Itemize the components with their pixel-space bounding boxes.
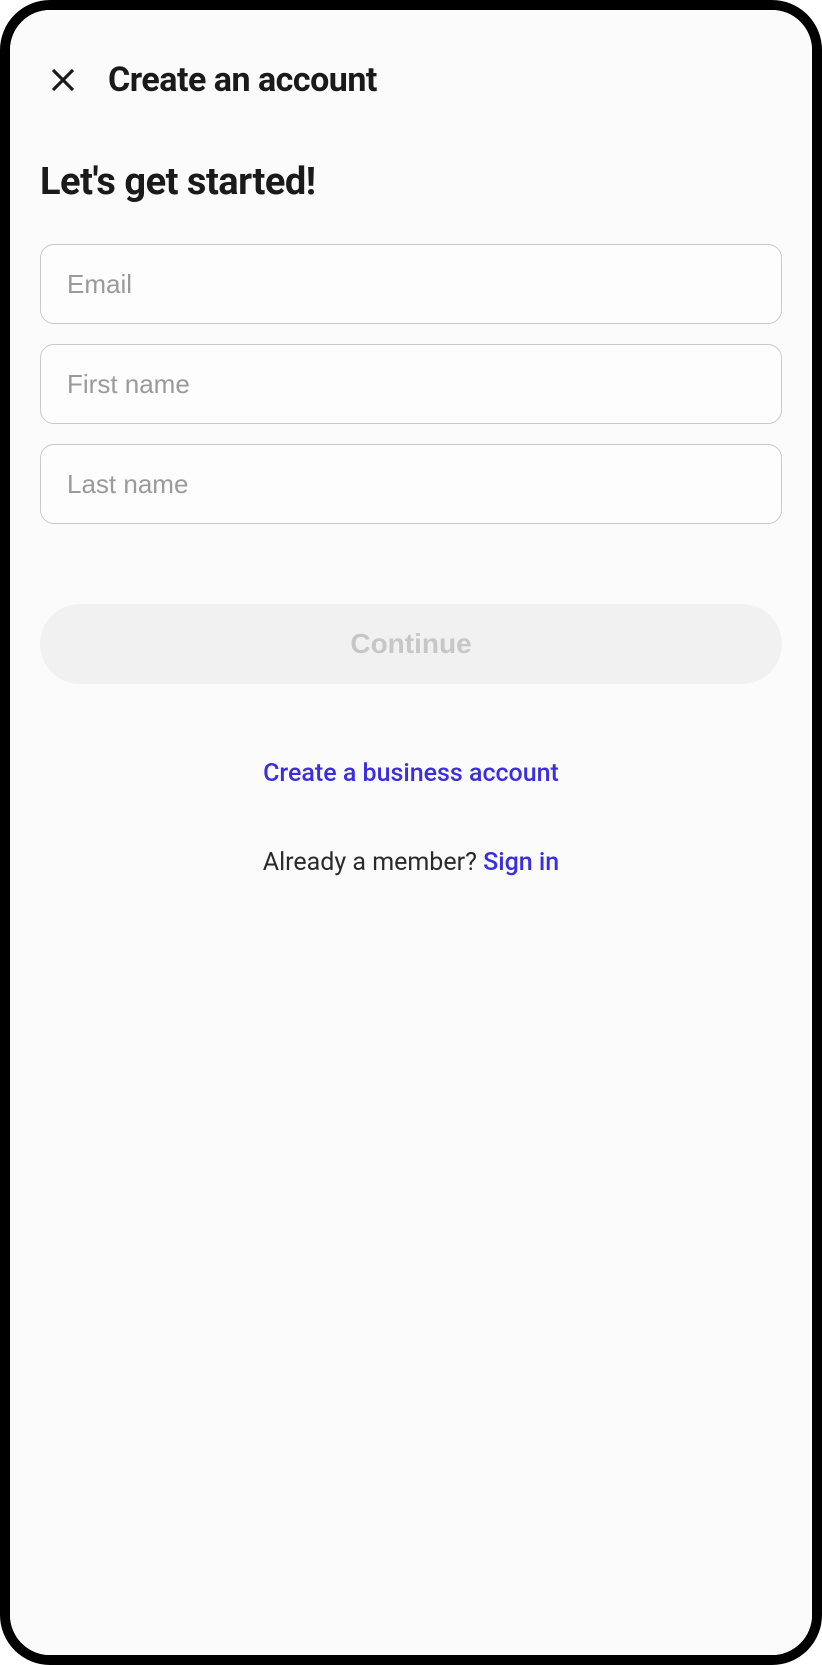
first-name-field[interactable]	[40, 344, 782, 424]
last-name-field[interactable]	[40, 444, 782, 524]
device-side-button	[0, 520, 2, 700]
email-field[interactable]	[40, 244, 782, 324]
header-title: Create an account	[108, 60, 377, 100]
close-icon[interactable]	[46, 63, 80, 97]
screen: Create an account Let's get started! Con…	[10, 10, 812, 1655]
create-business-account-link[interactable]: Create a business account	[263, 759, 559, 788]
header: Create an account	[40, 60, 782, 100]
member-prompt-text: Already a member?	[263, 848, 483, 877]
device-frame: Create an account Let's get started! Con…	[0, 0, 822, 1665]
sign-in-link[interactable]: Sign in	[483, 848, 559, 877]
device-side-button	[0, 390, 2, 490]
business-link-container: Create a business account	[40, 759, 782, 788]
signup-form: Continue	[40, 244, 782, 684]
page-heading: Let's get started!	[40, 160, 782, 204]
continue-button[interactable]: Continue	[40, 604, 782, 684]
signin-container: Already a member? Sign in	[40, 848, 782, 877]
